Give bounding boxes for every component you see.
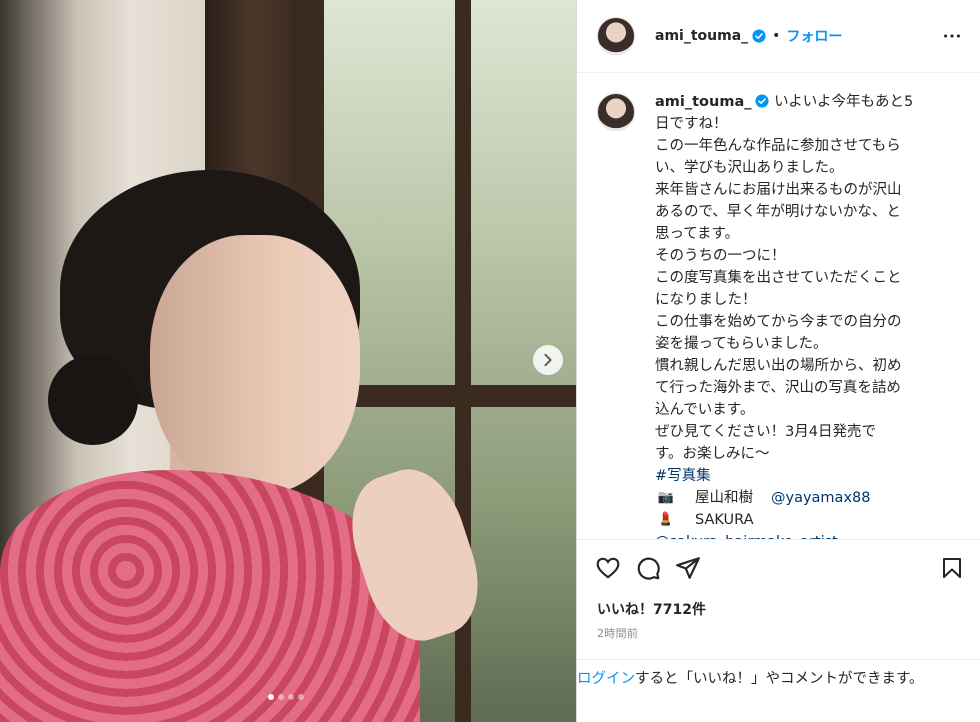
comment-bubble-icon (637, 557, 660, 580)
bookmark-icon (943, 557, 961, 578)
carousel-dot (298, 694, 304, 700)
caption-line: この度写真集を出させていただくこと (655, 270, 902, 286)
verified-badge-icon (752, 29, 766, 43)
caption-line: この一年色んな作品に参加させてもら (655, 138, 901, 154)
save-button[interactable] (924, 548, 964, 588)
post-side-panel: ami_touma_ • フォロー ami_touma_ いよいよ今年もあと5 … (576, 0, 980, 722)
like-button[interactable] (595, 548, 635, 588)
instagram-post: ami_touma_ • フォロー ami_touma_ いよいよ今年もあと5 … (0, 0, 980, 722)
more-horizontal-icon (944, 34, 960, 38)
caption-line: 来年皆さんにお届け出来るものが沢山 (655, 182, 902, 198)
credit-name: 屋山和樹 (695, 490, 753, 506)
credit-mention[interactable]: @yayamax88 (771, 487, 870, 509)
caption-line: になりました！ (655, 292, 757, 308)
header-username[interactable]: ami_touma_ (655, 28, 748, 44)
login-prompt-text: すると「いいね！」やコメントができます。 (635, 671, 924, 687)
credit-name: SAKURA (695, 512, 754, 528)
carousel-dot (268, 694, 274, 700)
caption-text-first: いよいよ今年もあと5 (774, 94, 914, 110)
action-bar (577, 539, 980, 595)
credit-row: 📷 屋山和樹 @yayamax88 (655, 487, 955, 509)
caption-cut-mention[interactable]: @sakura_hairmake_artist (655, 531, 955, 539)
carousel-dot (278, 694, 284, 700)
caption-line: 慣れ親しんだ思い出の場所から、初め (655, 358, 902, 374)
carousel-dots (268, 694, 304, 700)
caption-avatar[interactable] (597, 93, 635, 131)
comment-button[interactable] (635, 548, 675, 588)
camera-emoji-icon: 📷 (657, 490, 675, 505)
photo-subject-face (150, 235, 360, 495)
login-link[interactable]: ログイン (577, 671, 635, 687)
more-options-button[interactable] (940, 24, 964, 48)
caption-line: 姿を撮ってもらいました。 (655, 336, 828, 352)
heart-icon (596, 557, 620, 579)
caption-credits: 📷 屋山和樹 @yayamax88 💄 SAKURA (655, 487, 955, 531)
caption-line: あるので、早く年が明けないかな、と (655, 204, 901, 220)
caption-first-row: ami_touma_ いよいよ今年もあと5 (655, 94, 913, 110)
caption-lines: 日ですね！ この一年色んな作品に参加させてもら い、学びも沢山ありました。来年皆さん… (655, 113, 955, 465)
follow-button[interactable]: フォロー (786, 26, 842, 46)
caption-line: い、学びも沢山ありました。 (655, 160, 844, 176)
caption-line: この仕事を始めてから今までの自分の (655, 314, 902, 330)
avatar[interactable] (597, 17, 635, 55)
credit-row: 💄 SAKURA (655, 509, 955, 531)
caption-line: ぜひ見てください！3月4日発売で (655, 424, 877, 440)
likes-count[interactable]: いいね！7712件 (577, 595, 980, 619)
chevron-right-icon (544, 353, 552, 367)
header-separator: • (772, 28, 781, 44)
comments-area[interactable]: ami_touma_ いよいよ今年もあと5 日ですね！ この一年色んな作品に参加さ… (577, 73, 980, 539)
verified-badge-icon (755, 94, 770, 108)
post-timestamp[interactable]: 2時間前 (577, 619, 980, 641)
carousel-dot (288, 694, 294, 700)
paper-plane-icon (676, 556, 700, 579)
login-prompt: ログインすると「いいね！」やコメントができます。 (577, 659, 980, 690)
post-caption: ami_touma_ いよいよ今年もあと5 日ですね！ この一年色んな作品に参加さ… (655, 91, 955, 539)
lipstick-emoji-icon: 💄 (657, 512, 675, 527)
carousel-next-button[interactable] (533, 345, 563, 375)
share-button[interactable] (675, 548, 715, 588)
caption-username[interactable]: ami_touma_ (655, 94, 751, 110)
caption-line: そのうちの一つに！ (655, 248, 786, 264)
caption-line: て行った海外まで、沢山の写真を詰め (655, 380, 901, 396)
caption-line: 日ですね！ (655, 116, 728, 132)
post-header: ami_touma_ • フォロー (577, 0, 980, 73)
photo-subject-bun (48, 355, 138, 445)
caption-line: す。お楽しみに〜 (655, 446, 770, 462)
caption-hashtag[interactable]: #写真集 (655, 465, 955, 487)
caption-line: 込んでいます。 (655, 402, 755, 418)
caption-line: 思ってます。 (655, 226, 740, 242)
post-photo[interactable] (0, 0, 576, 722)
